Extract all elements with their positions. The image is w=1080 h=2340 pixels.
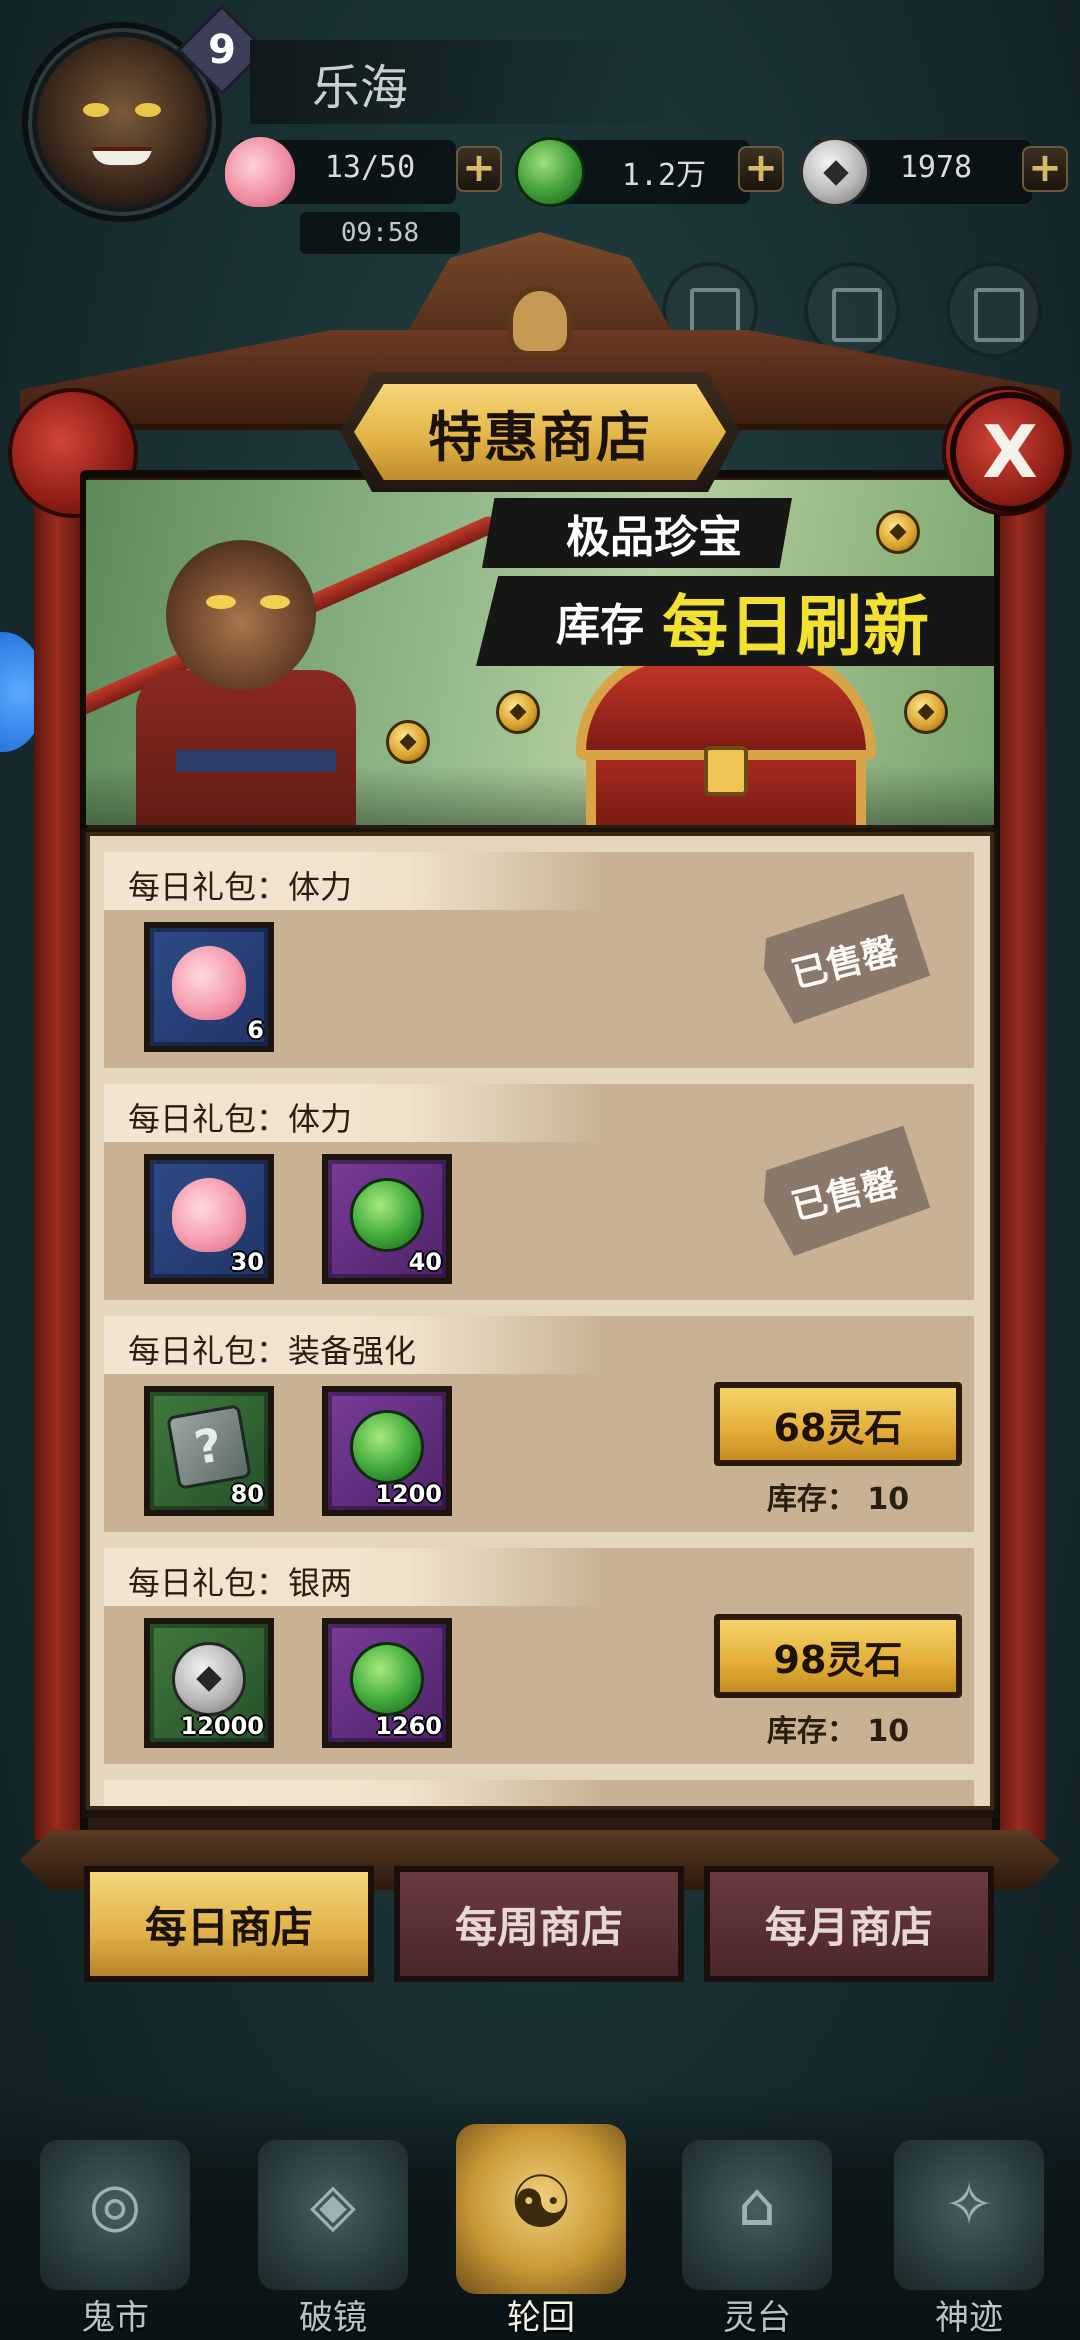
- reward-slot[interactable]: 30: [144, 1154, 274, 1284]
- jade-icon: [350, 1178, 424, 1252]
- sold-out-stamp: 已售罄: [754, 892, 933, 1028]
- reward-count: 1200: [375, 1480, 442, 1508]
- notice-icon[interactable]: [946, 262, 1042, 358]
- nav-label-spirit-terrace[interactable]: 灵台: [682, 2290, 832, 2339]
- monkey-king-portrait: [37, 37, 207, 207]
- silver-value: 1978: [899, 150, 973, 185]
- temple-glyph: ⌂: [737, 2170, 777, 2240]
- coin-icon: [876, 510, 920, 554]
- reward-slot[interactable]: 1260: [322, 1618, 452, 1748]
- tab-monthly-shop[interactable]: 每月商店: [704, 1866, 994, 1982]
- nav-label-reincarnation[interactable]: 轮回: [466, 2290, 616, 2339]
- shop-list[interactable]: 每日礼包：体力 6 已售罄 每日礼包：体力 30 40 已售罄 每日礼包：装备强…: [86, 832, 994, 1810]
- market-glyph: ◎: [88, 2170, 142, 2240]
- yin-yang-glyph: ☯: [508, 2160, 574, 2244]
- jade-value: 1.2万: [621, 158, 707, 193]
- silver-coin-icon: [800, 137, 870, 207]
- stock-text: 库存： 10: [766, 1714, 910, 1749]
- reward-count: 30: [230, 1248, 264, 1276]
- miracle-glyph: ✧: [943, 2170, 995, 2240]
- reward-slot[interactable]: 6: [144, 922, 274, 1052]
- add-stamina-button[interactable]: +: [456, 146, 502, 192]
- nav-label-miracle[interactable]: 神迹: [894, 2290, 1044, 2339]
- reward-count: 6: [247, 1016, 264, 1044]
- shop-banner: 极品珍宝 库存 每日刷新: [86, 480, 994, 825]
- roof-lock-ornament: [508, 286, 572, 356]
- peach-icon: [172, 1178, 246, 1252]
- coin-icon: [496, 690, 540, 734]
- reward-slot[interactable]: 40: [322, 1154, 452, 1284]
- banner-stock-label: 库存: [556, 600, 644, 651]
- coin-icon: [386, 720, 430, 764]
- shop-item-card: 每日礼包：体力 30 40 已售罄: [104, 1084, 974, 1300]
- add-jade-button[interactable]: +: [738, 146, 784, 192]
- nav-label-market[interactable]: 鬼市: [40, 2290, 190, 2339]
- reward-count: 1260: [375, 1712, 442, 1740]
- close-icon[interactable]: X: [950, 392, 1070, 512]
- jade-icon: [350, 1642, 424, 1716]
- jade-icon: [350, 1410, 424, 1484]
- banner-daily-refresh: 每日刷新: [662, 588, 930, 665]
- tab-weekly-shop[interactable]: 每周商店: [394, 1866, 684, 1982]
- item-title-bar: [104, 1780, 604, 1806]
- buy-button[interactable]: 98灵石: [714, 1614, 962, 1698]
- item-title: 每日礼包：体力: [128, 1100, 353, 1138]
- mirror-glyph: ◈: [309, 2170, 357, 2240]
- player-name: 乐海: [312, 60, 409, 116]
- shop-item-card: 每日礼包：体力 6 已售罄: [104, 852, 974, 1068]
- item-title: 每日礼包：体力: [128, 868, 353, 906]
- reward-count: 12000: [180, 1712, 265, 1740]
- coin-icon: [904, 690, 948, 734]
- item-title: 每日礼包：装备强化: [128, 1332, 417, 1370]
- peach-icon: [172, 946, 246, 1020]
- banner-tagline-1: 极品珍宝: [482, 498, 792, 568]
- nav-label-mirror[interactable]: 破镜: [258, 2290, 408, 2339]
- peach-icon: [225, 137, 295, 207]
- buy-button[interactable]: 68灵石: [714, 1382, 962, 1466]
- stamina-value: 13/50: [324, 150, 416, 185]
- reward-slot[interactable]: 80: [144, 1386, 274, 1516]
- treasure-chest-illustration: [576, 650, 876, 825]
- shop-title: 特惠商店: [428, 405, 652, 469]
- sold-out-stamp: 已售罄: [754, 1124, 933, 1260]
- monkey-king-illustration: [86, 500, 386, 825]
- reward-slot[interactable]: 1200: [322, 1386, 452, 1516]
- reward-count: 40: [408, 1248, 442, 1276]
- reward-count: 80: [230, 1480, 264, 1508]
- banner-tagline-2: 库存 每日刷新: [476, 576, 994, 666]
- right-pillar: [996, 420, 1046, 1840]
- shop-item-card: 每日礼包：银两 12000 1260 98灵石 库存： 10: [104, 1548, 974, 1764]
- level-value: 9: [208, 27, 236, 73]
- shop-item-card: [104, 1780, 974, 1806]
- jade-icon: [515, 137, 585, 207]
- stock-text: 库存： 10: [766, 1482, 910, 1517]
- add-silver-button[interactable]: +: [1022, 146, 1068, 192]
- item-title: 每日礼包：银两: [128, 1564, 353, 1602]
- shop-item-card: 每日礼包：装备强化 80 1200 68灵石 库存： 10: [104, 1316, 974, 1532]
- silver-coin-icon: [172, 1642, 246, 1716]
- left-pillar: [34, 420, 84, 1840]
- mystery-book-icon: [166, 1404, 252, 1490]
- reward-slot[interactable]: 12000: [144, 1618, 274, 1748]
- stamina-timer: 09:58: [300, 212, 460, 254]
- tab-daily-shop[interactable]: 每日商店: [84, 1866, 374, 1982]
